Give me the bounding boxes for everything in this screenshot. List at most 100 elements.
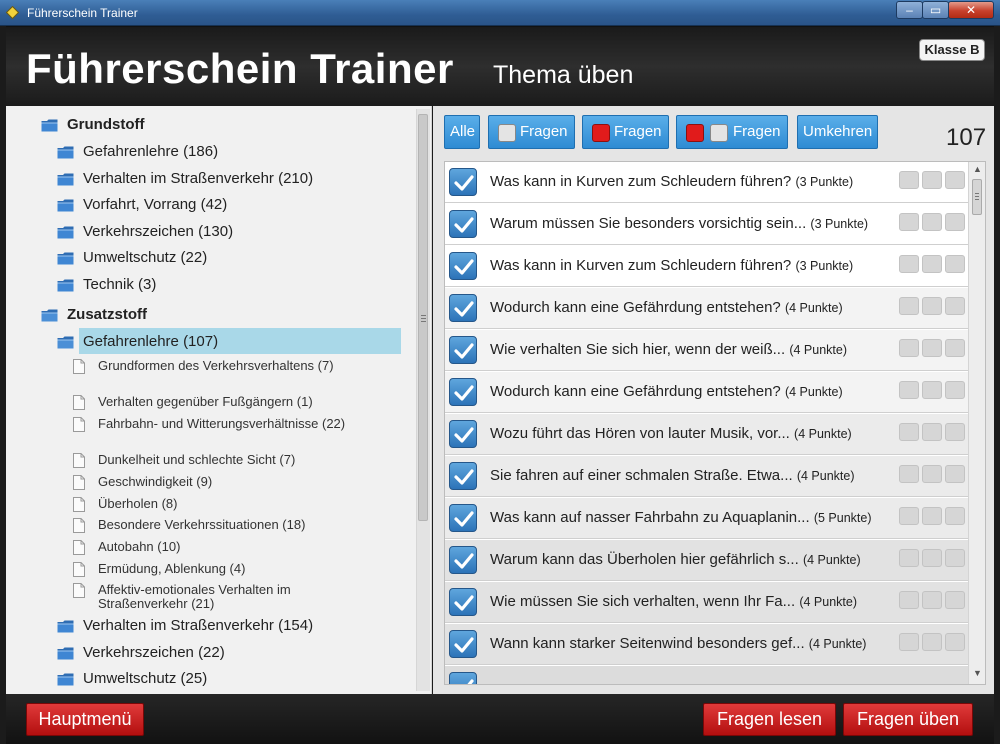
question-checkbox[interactable] [449, 630, 477, 658]
question-row[interactable]: Was kann in Kurven zum Schleudern führen… [445, 162, 968, 203]
question-row[interactable]: Warum müssen Sie besonders vorsichtig se… [445, 204, 968, 245]
question-text: Was kann in Kurven zum Schleudern führen… [490, 173, 853, 190]
filter-wrong-button[interactable]: Fragen [582, 115, 669, 149]
question-row[interactable]: Wann kann starker Seitenwind besonders g… [445, 624, 968, 665]
answer-status-box [945, 549, 965, 567]
question-list-scrollbar[interactable]: ▲ ▼ [968, 162, 985, 684]
question-checkbox[interactable] [449, 420, 477, 448]
question-checkbox[interactable] [449, 294, 477, 322]
answer-status-box [922, 633, 942, 651]
question-checkbox[interactable] [449, 504, 477, 532]
scroll-thumb[interactable] [972, 179, 982, 215]
filter-mixed-button[interactable]: Fragen [676, 115, 788, 149]
question-text: Wodurch kann eine Gefährdung entstehen? … [490, 299, 843, 316]
practice-questions-button[interactable]: Fragen üben [843, 703, 973, 736]
close-button[interactable]: ✕ [948, 1, 994, 19]
tree-group-zusatzstoff[interactable]: Zusatzstoff [6, 306, 406, 326]
question-label: Was kann in Kurven zum Schleudern führen… [490, 257, 792, 274]
document-icon [73, 453, 85, 468]
filter-unanswered-button[interactable]: Fragen [488, 115, 575, 149]
tree-group-grundstoff[interactable]: Grundstoff [6, 116, 406, 136]
question-label: Was kann in Kurven zum Schleudern führen… [490, 173, 792, 190]
question-text: Was kann auf nasser Fahrbahn zu Aquaplan… [490, 509, 872, 526]
class-badge[interactable]: Klasse B [919, 39, 985, 61]
question-text: Warum müssen Sie besonders vorsichtig se… [490, 215, 868, 232]
minimize-button[interactable]: – [896, 1, 923, 19]
answer-status-box [922, 213, 942, 231]
read-questions-button[interactable]: Fragen lesen [703, 703, 836, 736]
tree-item[interactable]: Umweltschutz (25) [6, 670, 406, 690]
question-checkbox[interactable] [449, 546, 477, 574]
tree-item[interactable]: Verhalten im Straßenverkehr (154) [6, 617, 406, 637]
tree-item-selected-label: Gefahrenlehre (107) [83, 333, 219, 350]
question-row[interactable]: Wozu führt das Hören von lauter Musik, v… [445, 414, 968, 455]
answer-status-box [922, 297, 942, 315]
tree-item[interactable]: Vorfahrt, Vorrang (42) [6, 196, 406, 216]
grey-square-icon [710, 124, 728, 142]
scroll-up-icon[interactable]: ▲ [969, 164, 985, 174]
tree-item[interactable]: Gefahrenlehre (186) [6, 143, 406, 163]
answer-status-box [899, 423, 919, 441]
tree-item-selected[interactable]: Gefahrenlehre (107) [6, 333, 406, 353]
answer-status-box [899, 633, 919, 651]
tree-item[interactable]: Verkehrszeichen (130) [6, 223, 406, 243]
document-icon [73, 395, 85, 410]
tree-item[interactable]: Technik (3) [6, 276, 406, 296]
question-row[interactable]: Wodurch kann eine Gefährdung entstehen? … [445, 372, 968, 413]
question-checkbox[interactable] [449, 462, 477, 490]
question-checkbox[interactable] [449, 168, 477, 196]
document-icon [73, 562, 85, 577]
tree-subtopic[interactable]: Grundformen des Verkehrsverhaltens (7) [73, 359, 373, 389]
answer-status-box [899, 549, 919, 567]
scroll-down-icon[interactable]: ▼ [969, 668, 985, 678]
question-checkbox[interactable] [449, 336, 477, 364]
question-points: (4 Punkte) [799, 595, 857, 609]
maximize-button[interactable]: ▭ [922, 1, 949, 19]
question-row[interactable]: Wodurch kann eine Gefährdung entstehen? … [445, 288, 968, 329]
maximize-icon: ▭ [929, 3, 942, 17]
question-checkbox[interactable] [449, 378, 477, 406]
window-titlebar: Führerschein Trainer – ▭ ✕ [0, 0, 1000, 26]
question-row[interactable]: Wie müssen Sie sich verhalten, wenn Ihr … [445, 582, 968, 623]
folder-icon [57, 673, 74, 686]
document-icon [73, 583, 85, 598]
folder-icon [57, 279, 74, 292]
tree-item[interactable]: Umweltschutz (22) [6, 249, 406, 269]
question-row[interactable]: Was kann auf nasser Fahrbahn zu Aquaplan… [445, 498, 968, 539]
question-text: Wie verhalten Sie sich hier, wenn der we… [490, 341, 847, 358]
invert-button[interactable]: Umkehren [797, 115, 878, 149]
answer-status-box [945, 297, 965, 315]
select-all-button[interactable]: Alle [444, 115, 480, 149]
question-label: Wodurch kann eine Gefährdung entstehen? [490, 383, 781, 400]
question-text: Wie müssen Sie sich verhalten, wenn Ihr … [490, 593, 857, 610]
red-square-icon [686, 124, 704, 142]
tree-scroll-thumb[interactable] [418, 114, 428, 521]
tree-subtopic[interactable]: Affektiv-emotionales Verhalten im Straße… [73, 583, 373, 613]
document-icon [73, 359, 85, 374]
question-text: Wodurch kann eine Gefährdung entstehen? … [490, 383, 843, 400]
answer-status-box [899, 171, 919, 189]
answer-status-box [945, 339, 965, 357]
tree-subtopic[interactable]: Fahrbahn- und Witterungsverhältnisse (22… [73, 417, 373, 447]
answer-status-box [945, 591, 965, 609]
question-row-partial[interactable] [445, 666, 968, 684]
answer-status-box [945, 213, 965, 231]
tree-subtopic-label: Ermüdung, Ablenkung (4) [98, 561, 246, 576]
question-row[interactable]: Was kann in Kurven zum Schleudern führen… [445, 246, 968, 287]
tree-item[interactable]: Verhalten im Straßenverkehr (210) [6, 170, 406, 190]
question-row[interactable]: Sie fahren auf einer schmalen Straße. Et… [445, 456, 968, 497]
question-points: (4 Punkte) [808, 637, 867, 651]
main-menu-button[interactable]: Hauptmenü [26, 703, 144, 736]
question-text: Warum kann das Überholen hier gefährlich… [490, 551, 861, 568]
question-label: Wodurch kann eine Gefährdung entstehen? [490, 299, 781, 316]
question-row[interactable]: Warum kann das Überholen hier gefährlich… [445, 540, 968, 581]
question-checkbox[interactable] [449, 210, 477, 238]
question-row[interactable]: Wie verhalten Sie sich hier, wenn der we… [445, 330, 968, 371]
folder-icon [57, 252, 74, 265]
answer-status-box [945, 381, 965, 399]
question-list: Wann kann starker Seitenwind besonders g… [444, 161, 986, 685]
question-checkbox[interactable] [449, 588, 477, 616]
question-checkbox[interactable] [449, 252, 477, 280]
question-checkbox[interactable] [449, 672, 477, 684]
tree-item[interactable]: Verkehrszeichen (22) [6, 644, 406, 664]
